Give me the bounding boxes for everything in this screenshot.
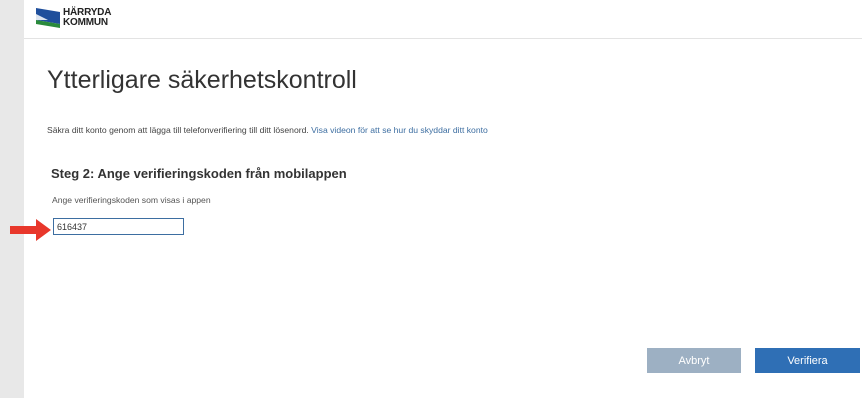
verification-code-input[interactable] — [53, 218, 184, 235]
verify-button[interactable]: Verifiera — [755, 348, 860, 373]
logo-text: HÄRRYDA KOMMUN — [63, 8, 111, 28]
logo-line2: KOMMUN — [63, 17, 108, 28]
page-header: HÄRRYDA KOMMUN — [24, 0, 862, 39]
organization-logo: HÄRRYDA KOMMUN — [36, 6, 111, 32]
step-title: Steg 2: Ange verifieringskoden från mobi… — [51, 166, 347, 181]
annotation-arrow-icon — [10, 219, 51, 241]
code-field-label: Ange verifieringskoden som visas i appen — [52, 195, 211, 205]
intro-text: Säkra ditt konto genom att lägga till te… — [47, 125, 488, 135]
left-margin-strip — [0, 0, 24, 398]
cancel-button[interactable]: Avbryt — [647, 348, 741, 373]
video-link[interactable]: Visa videon för att se hur du skyddar di… — [311, 125, 488, 135]
harryda-kommun-logo-icon — [36, 8, 60, 28]
intro-text-body: Säkra ditt konto genom att lägga till te… — [47, 125, 312, 135]
page-title: Ytterligare säkerhetskontroll — [47, 66, 357, 94]
